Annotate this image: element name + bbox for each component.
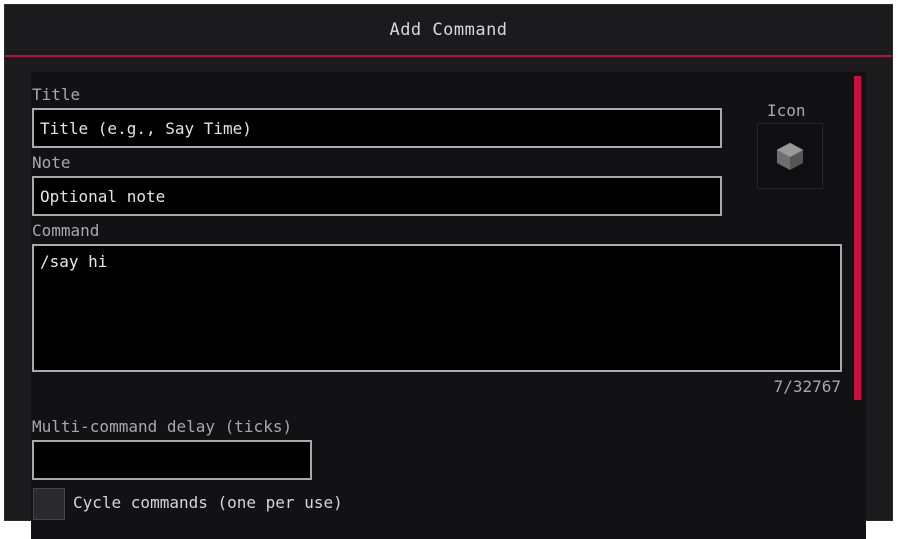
character-counter: 7/32767 xyxy=(773,377,841,396)
stone-block-icon xyxy=(776,142,804,170)
note-input[interactable] xyxy=(32,176,722,216)
command-label: Command xyxy=(32,221,100,240)
title-input[interactable] xyxy=(32,108,722,148)
scrollbar-thumb[interactable] xyxy=(854,76,861,400)
dialog-title: Add Command xyxy=(389,20,508,40)
icon-label: Icon xyxy=(767,101,806,120)
delay-label: Multi-command delay (ticks) xyxy=(32,417,293,436)
note-label: Note xyxy=(32,153,71,172)
delay-input[interactable] xyxy=(32,440,312,480)
title-label: Title xyxy=(32,85,81,104)
title-divider xyxy=(5,55,892,57)
command-textarea[interactable] xyxy=(32,244,842,372)
cycle-commands-checkbox[interactable] xyxy=(33,488,65,520)
icon-picker-button[interactable] xyxy=(757,123,823,189)
cycle-commands-label: Cycle commands (one per use) xyxy=(73,493,343,512)
